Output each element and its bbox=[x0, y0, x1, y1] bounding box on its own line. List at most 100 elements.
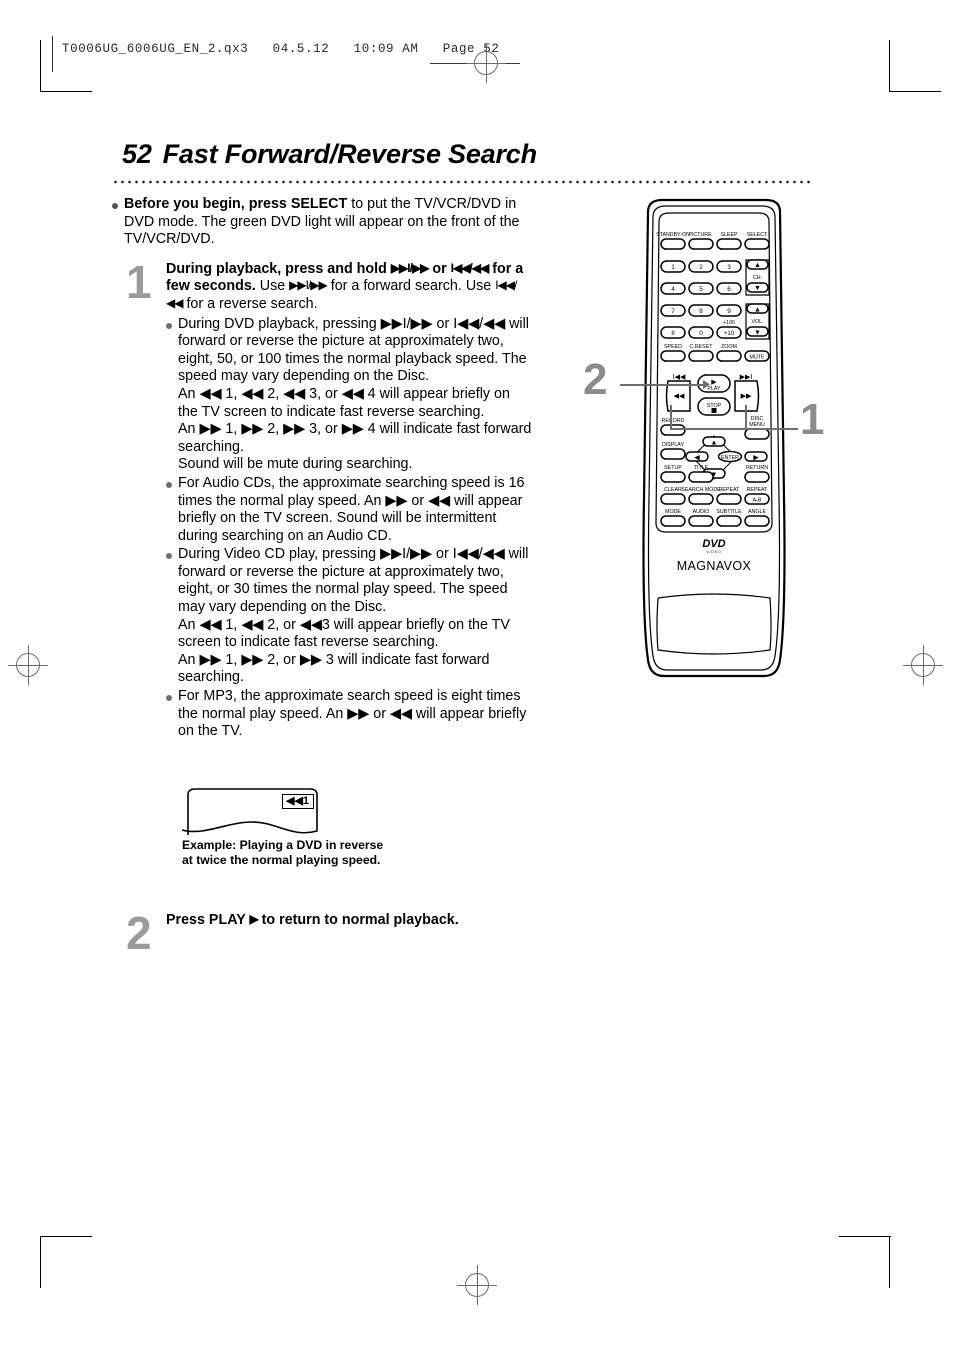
b1-line-1: During DVD playback, pressing ▶▶I/▶▶ or … bbox=[178, 315, 529, 385]
remote-svg: .bs { fill:#fff; stroke:#000; stroke-wid… bbox=[642, 198, 786, 678]
svg-text:SPEED: SPEED bbox=[664, 344, 682, 350]
svg-text:C.RESET: C.RESET bbox=[690, 344, 714, 350]
b3-line-2: An ◀◀ 1, ◀◀ 2, or ◀◀3 will appear briefl… bbox=[178, 616, 510, 651]
svg-text:0: 0 bbox=[699, 330, 703, 337]
step-1-bullet-2-text: For Audio CDs, the approximate searching… bbox=[178, 474, 525, 544]
svg-text:8: 8 bbox=[699, 308, 703, 315]
b3-line-3: An ▶▶ 1, ▶▶ 2, or ▶▶ 3 will indicate fas… bbox=[178, 651, 490, 686]
svg-text:ANGLE: ANGLE bbox=[748, 509, 766, 515]
rew-symbol-icon: I◀◀/◀◀ bbox=[450, 260, 490, 275]
osd-indicator: ◀◀1 bbox=[282, 794, 315, 809]
svg-text:VOL.: VOL. bbox=[751, 319, 763, 325]
remote-control-illustration: .bs { fill:#fff; stroke:#000; stroke-wid… bbox=[628, 198, 800, 688]
svg-text:◀◀: ◀◀ bbox=[674, 393, 685, 400]
ff-symbol-icon: ▶▶I/▶▶ bbox=[390, 260, 430, 275]
svg-text:4: 4 bbox=[671, 286, 675, 293]
bullet-dot-icon bbox=[112, 203, 118, 209]
svg-text:CH.: CH. bbox=[753, 275, 762, 281]
svg-text:RETURN: RETURN bbox=[746, 465, 768, 471]
step2-h-b: to return to normal playback. bbox=[257, 912, 459, 928]
tv-example-caption: Example: Playing a DVD in reverse at twi… bbox=[182, 838, 384, 867]
registration-mark-bottom bbox=[457, 1265, 497, 1305]
svg-text:ENTER: ENTER bbox=[721, 455, 739, 461]
bullet-dot-icon bbox=[166, 322, 172, 329]
svg-text:I◀◀: I◀◀ bbox=[673, 374, 686, 381]
svg-text:6: 6 bbox=[727, 286, 731, 293]
svg-text:MUTE: MUTE bbox=[749, 355, 764, 361]
callout-line-1-horizontal bbox=[670, 428, 798, 430]
step-1-bullet-3: During Video CD play, pressing ▶▶I/▶▶ or… bbox=[166, 546, 532, 687]
svg-text:SEARCH MODE: SEARCH MODE bbox=[681, 487, 721, 493]
svg-text:▶: ▶ bbox=[753, 455, 759, 462]
callout-line-1-right-stem bbox=[745, 405, 747, 430]
callout-number-2: 2 bbox=[583, 355, 608, 404]
crop-mark-tl-h bbox=[40, 91, 92, 93]
bullet-dot-icon bbox=[166, 553, 172, 560]
svg-text:◀: ◀ bbox=[694, 455, 700, 462]
callout-line-2-horizontal bbox=[620, 384, 707, 386]
svg-text:▶: ▶ bbox=[711, 379, 717, 386]
svg-text:▲: ▲ bbox=[754, 307, 761, 314]
svg-text:1: 1 bbox=[671, 264, 675, 271]
bullet-dot-icon bbox=[166, 695, 172, 702]
svg-text:SETUP: SETUP bbox=[664, 465, 682, 471]
step-2: 2 Press PLAY ▶ to return to normal playb… bbox=[112, 910, 542, 956]
svg-text:7: 7 bbox=[671, 308, 675, 315]
registration-mark-left bbox=[8, 645, 48, 685]
content-column: Before you begin, press SELECT to put th… bbox=[112, 196, 532, 741]
svg-text:A-B: A-B bbox=[753, 498, 762, 504]
registration-mark-right bbox=[903, 645, 943, 685]
step-1-number: 1 bbox=[126, 255, 152, 308]
step2-h-a: Press PLAY bbox=[166, 912, 250, 928]
manual-page: T0006UG_6006UG_EN_2.qx3 04.5.12 10:09 AM… bbox=[0, 0, 954, 1351]
svg-text:VIDEO: VIDEO bbox=[706, 550, 722, 554]
svg-text:II: II bbox=[671, 330, 675, 337]
tv-screen-illustration: ◀◀1 bbox=[182, 788, 322, 836]
svg-text:9: 9 bbox=[727, 308, 731, 315]
page-title-text: Fast Forward/Reverse Search bbox=[162, 139, 537, 169]
step-1: 1 During playback, press and hold ▶▶I/▶▶… bbox=[112, 255, 532, 741]
svg-text:SUBTITLE: SUBTITLE bbox=[716, 509, 742, 515]
svg-text:DVD: DVD bbox=[702, 538, 725, 550]
page-number: 52 bbox=[122, 139, 152, 169]
svg-text:PLAY: PLAY bbox=[707, 386, 721, 392]
crop-mark-br-h bbox=[839, 1236, 891, 1238]
svg-text:MODE: MODE bbox=[665, 509, 681, 515]
svg-text:RECORD: RECORD bbox=[662, 418, 685, 424]
svg-text:SLEEP: SLEEP bbox=[720, 232, 738, 238]
svg-text:ZOOM: ZOOM bbox=[721, 344, 737, 350]
intro-bullet: Before you begin, press SELECT to put th… bbox=[112, 196, 532, 249]
svg-text:▼: ▼ bbox=[754, 285, 761, 292]
svg-text:2: 2 bbox=[699, 264, 703, 271]
svg-text:TITLE: TITLE bbox=[694, 465, 709, 471]
svg-text:▼: ▼ bbox=[754, 330, 761, 337]
crop-mark-bl-h bbox=[40, 1236, 92, 1238]
b1-line-3: An ▶▶ 1, ▶▶ 2, ▶▶ 3, or ▶▶ 4 will indica… bbox=[178, 421, 532, 455]
svg-text:STANDBY-ON: STANDBY-ON bbox=[656, 232, 690, 238]
page-title: 52 Fast Forward/Reverse Search bbox=[122, 139, 537, 170]
bullet-dot-icon bbox=[166, 481, 172, 488]
step1-h-e: for a forward search. Use bbox=[326, 278, 496, 295]
registration-mark-header bbox=[466, 43, 506, 83]
step-1-bullet-2: For Audio CDs, the approximate searching… bbox=[166, 475, 532, 545]
crop-mark-tr-v bbox=[889, 40, 891, 92]
step-1-heading: During playback, press and hold ▶▶I/▶▶ o… bbox=[166, 261, 532, 314]
svg-text:AUDIO: AUDIO bbox=[693, 509, 710, 515]
svg-text:SELECT: SELECT bbox=[747, 232, 768, 238]
svg-text:3: 3 bbox=[727, 264, 731, 271]
step-1-bullet-4-text: For MP3, the approximate search speed is… bbox=[178, 688, 527, 740]
step-1-bullet-1-text: During DVD playback, pressing ▶▶I/▶▶ or … bbox=[178, 316, 532, 474]
step-1-bullet-1: During DVD playback, pressing ▶▶I/▶▶ or … bbox=[166, 316, 532, 474]
crop-mark-bl-v bbox=[40, 1236, 42, 1288]
intro-bold-lead: Before you begin, press SELECT bbox=[124, 196, 348, 212]
title-dotted-rule bbox=[112, 178, 812, 186]
svg-text:DISPLAY: DISPLAY bbox=[662, 442, 684, 448]
step-1-bullet-3-text: During Video CD play, pressing ▶▶I/▶▶ or… bbox=[178, 546, 532, 687]
callout-line-1-left-stem bbox=[670, 405, 672, 430]
b1-line-2: An ◀◀ 1, ◀◀ 2, ◀◀ 3, or ◀◀ 4 will appear… bbox=[178, 385, 510, 420]
callout-number-1: 1 bbox=[800, 395, 825, 444]
svg-text:▶▶I: ▶▶I bbox=[740, 374, 753, 381]
svg-text:REPEAT: REPEAT bbox=[747, 487, 769, 493]
header-rule bbox=[52, 36, 53, 72]
play-symbol-icon: ▶ bbox=[249, 912, 258, 926]
